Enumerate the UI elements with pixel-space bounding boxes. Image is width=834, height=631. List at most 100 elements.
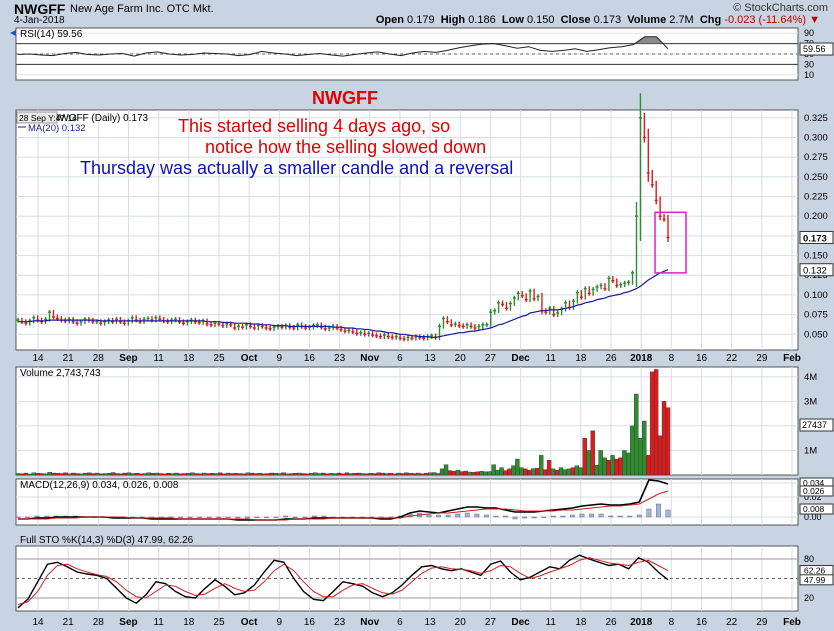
volume-bar	[83, 473, 88, 476]
x-tick-label: 18	[575, 617, 587, 628]
volume-bar	[630, 425, 635, 476]
ma-value-label: 0.132	[803, 266, 827, 277]
macd-histogram-bar	[254, 516, 260, 518]
y-tick-label: 30	[804, 59, 814, 69]
macd-histogram-bar	[273, 516, 279, 518]
volume-bar	[578, 467, 584, 476]
volume-bar	[118, 473, 124, 476]
volume-bar	[31, 472, 37, 476]
x-tick-label: 6	[397, 353, 403, 364]
volume-bar	[550, 468, 556, 476]
volume-bar	[443, 464, 449, 476]
volume-bar	[538, 455, 544, 476]
volume-bar	[483, 471, 488, 476]
y-tick-label: 3M	[804, 396, 817, 407]
volume-bar	[150, 473, 155, 476]
volume-bar	[653, 369, 659, 476]
volume-bar	[467, 471, 473, 476]
x-tick-label: 22	[726, 353, 738, 364]
volume-bar	[328, 473, 334, 476]
volume-bar	[657, 435, 663, 476]
volume-bar	[435, 473, 441, 476]
x-tick-label: 27	[485, 353, 497, 364]
annotation-line-2: notice how the selling slowed down	[205, 137, 487, 157]
x-tick-label: 16	[304, 617, 316, 628]
macd-histogram-bar	[608, 515, 614, 518]
volume-bar	[535, 467, 540, 476]
volume-bar	[23, 472, 29, 476]
x-tick-label: Sep	[119, 617, 137, 628]
volume-bar	[146, 472, 151, 476]
volume-bar	[546, 460, 552, 476]
volume-bar	[404, 472, 409, 476]
volume-bar	[126, 472, 132, 476]
x-tick-label: Sep	[119, 353, 137, 364]
y-tick-label: 4M	[804, 372, 817, 383]
x-tick-label: 11	[153, 617, 164, 628]
volume-bar	[459, 471, 465, 476]
volume-bar	[67, 473, 72, 476]
volume-bar	[198, 473, 203, 476]
volume-bar	[542, 469, 548, 476]
x-tick-label: 13	[425, 353, 437, 364]
volume-bar	[297, 472, 302, 476]
volume-bar	[344, 472, 350, 476]
volume-bar	[400, 473, 405, 476]
volume-bar	[245, 472, 251, 476]
y-tick-label: 20	[804, 593, 814, 603]
volume-bar	[511, 465, 516, 476]
panel-collapse-icon	[10, 30, 16, 36]
volume-bar	[594, 464, 599, 476]
macd-histogram-bar	[206, 516, 212, 518]
y-tick-label: 0.100	[804, 290, 828, 301]
x-tick-label: 18	[183, 353, 195, 364]
volume-bar	[364, 473, 369, 476]
macd-histogram-bar	[264, 516, 269, 518]
volume-bar	[523, 468, 528, 476]
price-last-label: 0.173	[803, 233, 827, 244]
volume-bar	[574, 465, 580, 476]
x-tick-label: 29	[756, 353, 768, 364]
volume-bar	[396, 472, 401, 476]
x-tick-label: 27	[485, 617, 497, 628]
macd-histogram-bar	[493, 515, 499, 518]
x-tick-label: Nov	[360, 617, 379, 628]
volume-bar	[51, 472, 56, 476]
macd-histogram-bar	[570, 514, 575, 518]
annotation-line-3: Thursday was actually a smaller candle a…	[80, 158, 514, 178]
macd-histogram-bar	[512, 516, 518, 520]
macd-histogram-bar	[531, 516, 537, 519]
volume-bar	[87, 472, 92, 476]
x-tick-label: 28	[93, 617, 105, 628]
volume-bar	[190, 472, 195, 476]
x-tick-label: 11	[546, 617, 557, 628]
volume-bar	[439, 468, 445, 476]
macd-histogram-bar	[178, 516, 183, 518]
x-tick-label: 21	[63, 353, 75, 364]
volume-bar	[289, 473, 294, 476]
volume-bar	[554, 469, 560, 476]
macd-histogram-bar	[311, 515, 317, 518]
sto-tag-label: 47.99	[804, 575, 826, 585]
volume-bar	[416, 472, 421, 476]
volume-bar	[261, 473, 266, 476]
volume-title: Volume 2,743,743	[20, 368, 101, 379]
x-tick-label: 14	[32, 353, 44, 364]
volume-bar	[138, 473, 144, 476]
rsi-title: RSI(14) 59.56	[20, 29, 83, 40]
volume-bar	[194, 473, 199, 476]
volume-value-label: 27437	[802, 420, 827, 430]
x-tick-label: 16	[696, 617, 708, 628]
x-tick-label: 11	[153, 353, 164, 364]
volume-bar	[380, 472, 385, 476]
volume-bar	[273, 473, 278, 476]
volume-bar	[75, 473, 80, 476]
volume-bar	[162, 473, 167, 476]
volume-bar	[285, 473, 290, 476]
macd-histogram-bar	[321, 515, 327, 518]
x-tick-label: 2018	[630, 353, 653, 364]
volume-bar	[35, 473, 41, 476]
volume-bar	[182, 473, 187, 476]
volume-bar	[515, 458, 520, 476]
volume-bar	[166, 473, 171, 476]
